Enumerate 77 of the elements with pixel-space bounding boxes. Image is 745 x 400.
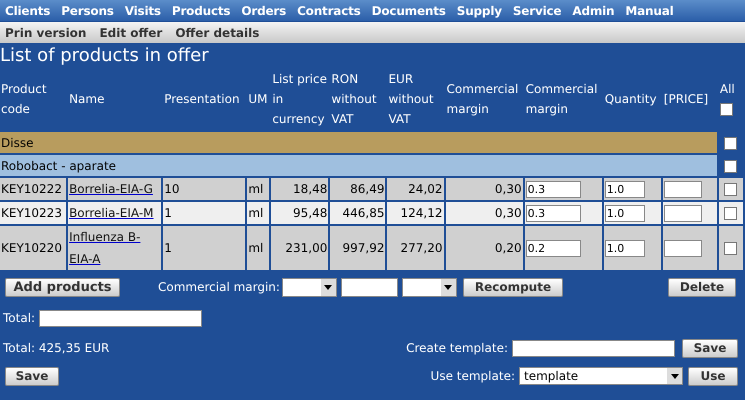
margin-field[interactable]: 0.2 [526,240,582,257]
menu-item[interactable]: Visits [124,2,161,20]
product-link[interactable]: Borrelia-EIA-M [69,202,160,224]
margin-field[interactable]: 0.3 [526,205,582,222]
menu-item[interactable]: Manual [625,2,674,20]
dropdown-arrow-icon [670,374,678,378]
submenu-item[interactable]: Prin version [5,24,86,42]
table-cell: 0,30 [446,178,523,200]
table-cell: 1 [163,202,246,224]
table-cell: KEY10223 [0,202,66,224]
commercial-margin-label: Commercial margin: [158,279,280,296]
page-title: List of products in offer [0,45,210,66]
table-cell: 0,20 [446,226,523,270]
total-label: Total: [3,310,36,327]
menu-item[interactable]: Service [512,2,562,20]
quantity-field[interactable]: 1.0 [604,240,646,257]
price-field[interactable] [664,240,702,257]
price-field[interactable] [664,205,702,222]
total-field[interactable] [39,310,202,326]
recompute-button[interactable]: Recompute [462,278,563,296]
table-cell: KEY10222 [0,178,66,200]
checkbox[interactable] [724,136,738,150]
margin-field[interactable]: 0.3 [526,181,582,198]
menu-item[interactable]: Orders [241,2,286,20]
menu-item[interactable]: Persons [61,2,114,20]
save-template-button[interactable]: Save [682,338,738,358]
table-cell: 18,48 [271,178,328,200]
group-row-label: Robobact - aparate [0,155,717,176]
menu-item[interactable]: Supply [456,2,502,20]
delete-button[interactable]: Delete [668,278,736,296]
template-name-field[interactable] [512,340,675,356]
save-button[interactable]: Save [5,366,59,386]
product-link[interactable]: Influenza B-EIA-A [69,226,160,270]
total-summary: Total: 425,35 EUR [3,340,110,357]
table-cell: 124,12 [387,202,444,224]
quantity-field[interactable]: 1.0 [604,181,646,198]
template-dropdown[interactable]: template [519,367,683,385]
checkbox[interactable] [724,160,738,173]
table-cell: KEY10220 [0,226,66,270]
table-cell: 231,00 [271,226,328,270]
group-row-label: Disse [0,132,717,153]
margin-unit-dropdown[interactable] [402,278,457,296]
table-cell: 95,48 [271,202,328,224]
submenu-item[interactable]: Edit offer [99,24,162,42]
create-template-label: Create template: [406,340,508,357]
margin-type-dropdown[interactable] [282,278,337,296]
checkbox[interactable] [724,207,738,220]
checkbox[interactable] [724,183,738,196]
table-cell: 10 [163,178,246,200]
table-cell: 86,49 [330,178,386,200]
table-cell: ml [247,202,270,224]
column-header-label: All [720,81,736,98]
table-cell: ml [247,178,270,200]
menu-item[interactable]: Documents [372,2,446,20]
table-cell: 446,85 [330,202,386,224]
menu-item[interactable]: Admin [572,2,614,20]
margin-value-field[interactable] [340,278,398,296]
checkbox[interactable] [724,242,738,256]
table-cell: 1 [163,226,246,270]
table-cell: ml [247,226,270,270]
table-cell: 24,02 [387,178,444,200]
checkbox[interactable] [720,103,733,116]
product-link[interactable]: Borrelia-EIA-G [69,178,160,200]
menu-item[interactable]: Products [172,2,230,20]
submenu-item[interactable]: Offer details [175,24,260,42]
menu-item[interactable]: Clients [5,2,50,20]
quantity-field[interactable]: 1.0 [604,205,646,222]
use-template-label: Use template: [430,368,515,385]
table-cell: 277,20 [387,226,444,270]
dropdown-arrow-icon [324,284,332,290]
price-field[interactable] [664,181,702,198]
use-template-button[interactable]: Use [688,366,738,386]
table-cell: 997,92 [330,226,386,270]
dropdown-arrow-icon [444,284,452,290]
table-cell: 0,30 [446,202,523,224]
add-products-button[interactable]: Add products [5,278,120,296]
menu-item[interactable]: Contracts [297,2,361,20]
